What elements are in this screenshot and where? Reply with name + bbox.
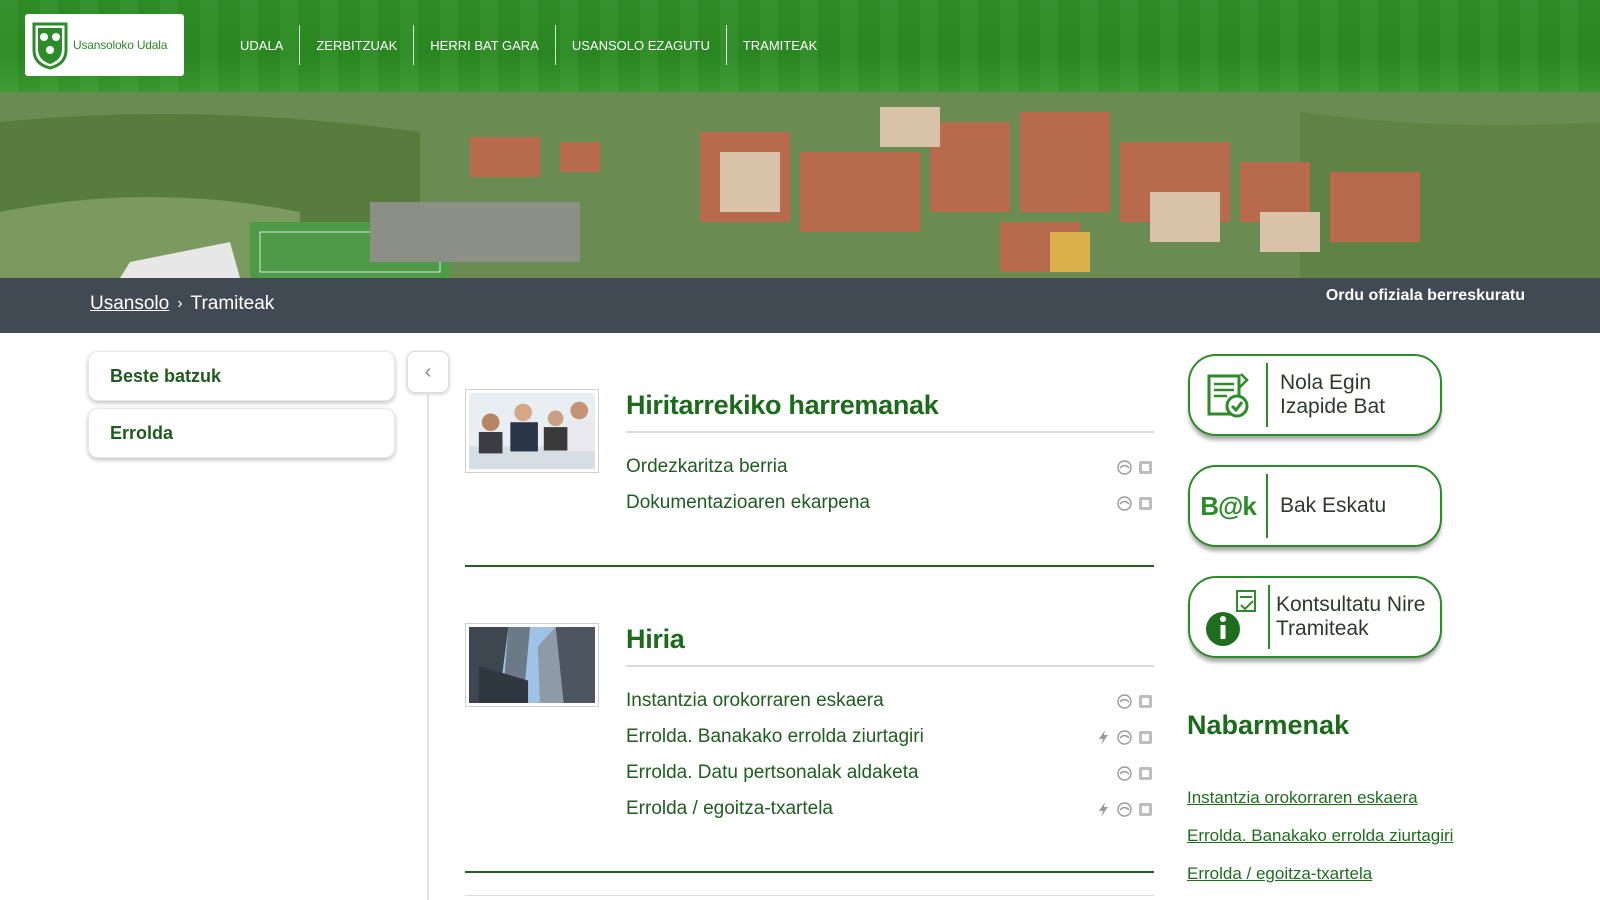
- sidebar-item-beste-batzuk[interactable]: Beste batzuk: [88, 351, 395, 401]
- town-aerial-photo: [0, 92, 1600, 278]
- online-icon: [1116, 495, 1133, 512]
- nav-herri-bat-gara[interactable]: HERRI BAT GARA: [414, 25, 556, 65]
- online-icon: [1116, 693, 1133, 710]
- bak-logo-icon: B@k: [1190, 474, 1268, 538]
- request-bak-button[interactable]: B@k Bak Eskatu: [1188, 465, 1442, 547]
- nav-udala[interactable]: UDALA: [224, 25, 301, 65]
- channel-icons: [1116, 765, 1154, 782]
- inperson-icon: [1137, 801, 1154, 818]
- shield-logo-icon: [32, 22, 68, 70]
- nav-zerbitzuak[interactable]: ZERBITZUAK: [300, 25, 415, 65]
- logo-text: Usansoloko Udala: [73, 38, 168, 52]
- section-title-rule: [626, 431, 1154, 433]
- online-icon: [1116, 729, 1133, 746]
- procedure-link[interactable]: Errolda / egoitza-txartela: [626, 798, 833, 820]
- breadcrumb: Usansolo › Tramiteak: [90, 293, 274, 315]
- section-image-buildings: [465, 623, 599, 707]
- info-icon: [1190, 585, 1268, 649]
- channel-icons: [1095, 729, 1154, 746]
- procedure-link[interactable]: Dokumentazioaren ekarpena: [626, 492, 870, 514]
- inperson-icon: [1137, 765, 1154, 782]
- inperson-icon: [1137, 729, 1154, 746]
- breadcrumb-home-link[interactable]: Usansolo: [90, 293, 169, 315]
- procedure-link[interactable]: Instantzia orokorraren eskaera: [626, 690, 884, 712]
- recover-official-time-link[interactable]: Ordu ofiziala berreskuratu: [1326, 287, 1525, 305]
- document-check-icon: [1190, 363, 1268, 427]
- channel-icons: [1116, 459, 1154, 476]
- procedure-item[interactable]: Instantzia orokorraren eskaera: [626, 686, 1154, 716]
- procedure-link[interactable]: Errolda. Banakako errolda ziurtagiri: [626, 726, 924, 748]
- breadcrumb-separator: ›: [177, 295, 183, 312]
- channel-icons: [1095, 801, 1154, 818]
- nav-usansolo-ezagutu[interactable]: USANSOLO EZAGUTU: [556, 25, 727, 65]
- procedure-item[interactable]: Errolda. Banakako errolda ziurtagiri: [626, 722, 1154, 752]
- procedure-item[interactable]: Errolda / egoitza-txartela: [626, 794, 1154, 824]
- section-title-hiritarrekiko: Hiritarrekiko harremanak: [626, 390, 939, 420]
- nav-tramiteak[interactable]: TRAMITEAK: [727, 25, 833, 65]
- check-my-procedures-label: Kontsultatu Nire Tramiteak: [1276, 593, 1426, 640]
- site-logo[interactable]: Usansoloko Udala: [25, 14, 184, 76]
- highlight-link[interactable]: Instantzia orokorraren eskaera: [1187, 788, 1418, 808]
- highlight-link[interactable]: Errolda. Banakako errolda ziurtagiri: [1187, 826, 1453, 846]
- main-nav: UDALA ZERBITZUAK HERRI BAT GARA USANSOLO…: [224, 25, 833, 65]
- breadcrumb-bar: Usansolo › Tramiteak Ordu ofiziala berre…: [0, 278, 1600, 333]
- top-header: Usansoloko Udala UDALA ZERBITZUAK HERRI …: [0, 0, 1600, 92]
- online-icon: [1116, 459, 1133, 476]
- section-image-meeting: [465, 389, 599, 473]
- section-divider: [465, 871, 1154, 873]
- how-to-procedure-button[interactable]: Nola Egin Izapide Bat: [1188, 354, 1442, 436]
- chevron-left-icon: ‹: [424, 360, 432, 383]
- procedure-item[interactable]: Dokumentazioaren ekarpena: [626, 488, 1154, 518]
- procedure-link[interactable]: Errolda. Datu pertsonalak aldaketa: [626, 762, 919, 784]
- instant-icon: [1095, 801, 1112, 818]
- highlight-link[interactable]: Errolda / egoitza-txartela: [1187, 864, 1372, 884]
- channel-icons: [1116, 693, 1154, 710]
- online-icon: [1116, 765, 1133, 782]
- section-title-hiria: Hiria: [626, 624, 685, 654]
- request-bak-label: Bak Eskatu: [1280, 494, 1387, 517]
- procedure-item[interactable]: Errolda. Datu pertsonalak aldaketa: [626, 758, 1154, 788]
- section-title-rule: [626, 665, 1154, 667]
- inperson-icon: [1137, 459, 1154, 476]
- section-divider: [465, 565, 1154, 567]
- section-rule: [465, 895, 1154, 896]
- how-to-procedure-label: Nola Egin Izapide Bat: [1280, 371, 1386, 418]
- highlights-title: Nabarmenak: [1187, 710, 1350, 740]
- check-my-procedures-button[interactable]: Kontsultatu Nire Tramiteak: [1188, 576, 1442, 658]
- online-icon: [1116, 801, 1133, 818]
- sidebar-divider: [427, 393, 429, 900]
- sidebar-collapse-button[interactable]: ‹: [407, 351, 449, 393]
- channel-icons: [1116, 495, 1154, 512]
- procedure-item[interactable]: Ordezkaritza berria: [626, 452, 1154, 482]
- breadcrumb-current: Tramiteak: [190, 293, 275, 314]
- inperson-icon: [1137, 495, 1154, 512]
- procedure-link[interactable]: Ordezkaritza berria: [626, 456, 788, 478]
- inperson-icon: [1137, 693, 1154, 710]
- instant-icon: [1095, 729, 1112, 746]
- sidebar-item-errolda[interactable]: Errolda: [88, 408, 395, 458]
